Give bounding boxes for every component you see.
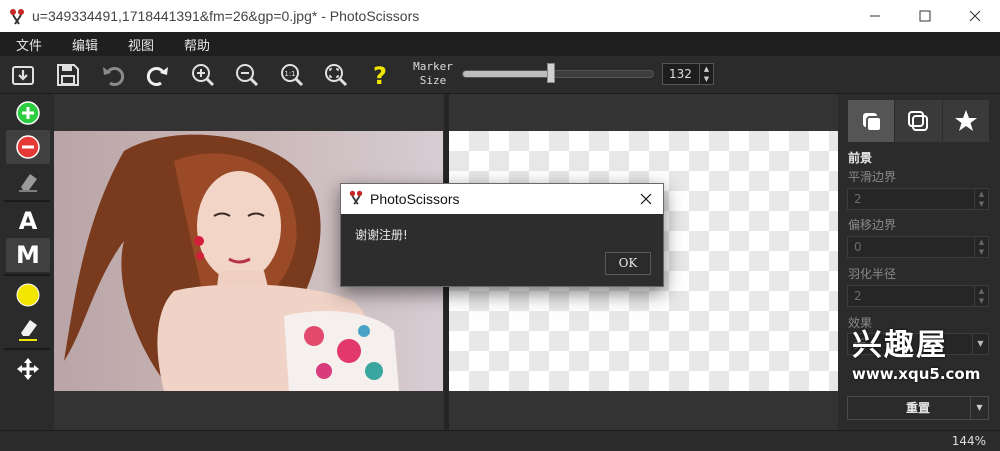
manual-mode-button[interactable]: M	[6, 238, 50, 272]
save-icon[interactable]	[53, 60, 83, 90]
zoom-out-icon[interactable]	[232, 60, 262, 90]
marker-size-value: 132	[669, 67, 692, 81]
dialog-title-bar: PhotoScissors	[341, 184, 663, 214]
undo-icon[interactable]	[98, 60, 128, 90]
settings-tabs	[848, 100, 990, 142]
marker-size-spinner[interactable]: 132 ▲ ▼	[662, 63, 714, 85]
feather-value: 2	[854, 289, 862, 303]
marker-size-label: Marker Size	[413, 60, 453, 87]
scissors-icon	[8, 7, 26, 25]
smooth-spinner[interactable]: 2 ▲ ▼	[847, 188, 989, 210]
scissors-icon	[348, 189, 364, 209]
spin-down-icon[interactable]: ▼	[704, 75, 709, 83]
maximize-icon[interactable]	[900, 0, 950, 32]
menu-help[interactable]: 帮助	[174, 35, 220, 54]
feather-spinner[interactable]: 2 ▲ ▼	[847, 285, 989, 307]
close-icon[interactable]	[950, 0, 1000, 32]
menu-edit[interactable]: 编辑	[62, 35, 108, 54]
feather-label: 羽化半径	[848, 267, 897, 281]
slider-thumb[interactable]	[547, 63, 556, 83]
tool-panel: A M	[0, 94, 54, 434]
offset-value: 0	[854, 240, 862, 254]
menu-bar: 文件 编辑 视图 帮助	[0, 32, 1000, 56]
slider-fill	[463, 71, 553, 77]
menu-file[interactable]: 文件	[6, 35, 52, 54]
menu-view[interactable]: 视图	[118, 35, 164, 54]
watermark: 兴趣屋 www.xqu5.com	[852, 328, 992, 390]
spin-down-icon[interactable]: ▼	[979, 200, 984, 208]
auto-mode-button[interactable]: A	[6, 204, 50, 238]
foreground-tab-icon[interactable]	[848, 100, 895, 142]
spin-up-icon[interactable]: ▲	[979, 190, 984, 198]
section-title: 前景	[848, 151, 873, 165]
window-title: u=349334491,1718441391&fm=26&gp=0.jpg* -…	[32, 8, 420, 24]
title-bar: u=349334491,1718441391&fm=26&gp=0.jpg* -…	[0, 0, 1000, 32]
reset-button[interactable]: 重置 ▼	[847, 396, 989, 420]
marker-size-slider[interactable]	[462, 70, 654, 78]
spin-down-icon[interactable]: ▼	[979, 248, 984, 256]
svg-text:1:1: 1:1	[284, 70, 295, 78]
tool-separator	[4, 274, 50, 276]
dialog-title: PhotoScissors	[370, 191, 460, 207]
background-marker-icon[interactable]	[6, 130, 50, 164]
eraser-yellow-icon[interactable]	[6, 312, 50, 346]
eraser-icon[interactable]	[6, 164, 50, 198]
zoom-fit-icon[interactable]	[321, 60, 351, 90]
zoom-level: 144%	[951, 434, 986, 448]
effects-tab-icon[interactable]	[942, 100, 989, 142]
smooth-label: 平滑边界	[848, 170, 897, 184]
spin-up-icon[interactable]: ▲	[979, 238, 984, 246]
spin-down-icon[interactable]: ▼	[979, 297, 984, 305]
minimize-icon[interactable]	[850, 0, 900, 32]
zoom-in-icon[interactable]	[188, 60, 218, 90]
manual-mode-label: M	[16, 241, 40, 269]
svg-text:?: ?	[373, 62, 387, 88]
status-bar: 144%	[0, 430, 1000, 451]
color-picker-icon[interactable]	[6, 278, 50, 312]
tool-separator	[4, 348, 50, 350]
smooth-value: 2	[854, 192, 862, 206]
tool-separator	[4, 200, 50, 202]
registration-dialog: PhotoScissors 谢谢注册! OK	[340, 183, 664, 287]
dialog-message: 谢谢注册!	[355, 228, 408, 242]
background-tab-icon[interactable]	[895, 100, 942, 142]
auto-mode-label: A	[18, 207, 38, 235]
reset-label: 重置	[905, 401, 930, 415]
foreground-marker-icon[interactable]	[6, 96, 50, 130]
offset-spinner[interactable]: 0 ▲ ▼	[847, 236, 989, 258]
chevron-down-icon[interactable]: ▼	[970, 397, 988, 419]
close-icon[interactable]	[629, 184, 663, 214]
watermark-url: www.xqu5.com	[852, 365, 981, 383]
move-icon[interactable]	[6, 352, 50, 386]
spin-up-icon[interactable]: ▲	[979, 287, 984, 295]
spin-up-icon[interactable]: ▲	[704, 65, 709, 73]
redo-icon[interactable]	[143, 60, 173, 90]
help-icon[interactable]: ?	[365, 60, 395, 90]
zoom-actual-icon[interactable]: 1:1	[277, 60, 307, 90]
ok-button[interactable]: OK	[605, 252, 651, 275]
open-icon[interactable]	[8, 60, 38, 90]
offset-label: 偏移边界	[848, 218, 897, 232]
watermark-title: 兴趣屋	[852, 328, 948, 363]
